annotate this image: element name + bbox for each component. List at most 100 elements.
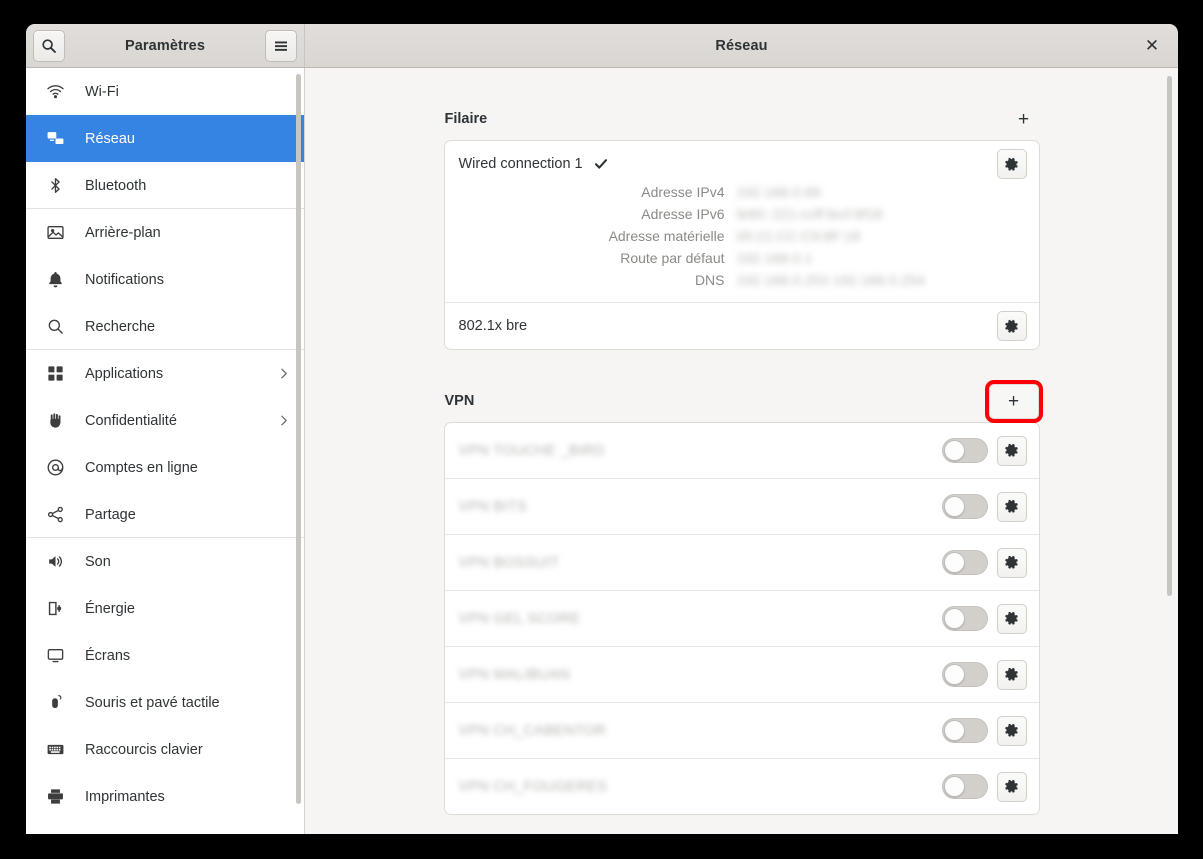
wired-detail-row: Adresse IPv6 fe80::221:ccff:fecf:8f18	[459, 206, 997, 222]
vpn-toggle-switch[interactable]	[941, 718, 988, 743]
sidebar-item-souris-et-pav-tactile[interactable]: Souris et pavé tactile	[26, 679, 304, 726]
hand-privacy-icon	[44, 410, 66, 432]
wired-connection-name: Wired connection 1	[458, 156, 583, 172]
sidebar-item-label: Comptes en ligne	[85, 459, 198, 476]
sidebar-item-arri-re-plan[interactable]: Arrière-plan	[26, 209, 304, 256]
wired-detail-label: Route par défaut	[620, 250, 725, 266]
vpn-toggle-switch[interactable]	[941, 662, 988, 687]
sidebar-item-label: Recherche	[85, 318, 156, 335]
vpn-settings-button[interactable]	[996, 715, 1027, 746]
speaker-icon	[44, 551, 66, 573]
vpn-connection-name: VPN GEL SCORE	[458, 610, 581, 627]
vpn-row-main: VPN BITS	[459, 479, 942, 534]
wired-secondary-settings-button[interactable]	[996, 311, 1027, 341]
share-nodes-icon	[44, 504, 66, 526]
wired-connection-settings-button[interactable]	[996, 149, 1027, 179]
wired-detail-label: Adresse matérielle	[608, 228, 725, 244]
wired-secondary-main: 802.1x bre	[459, 303, 997, 349]
wired-secondary-row[interactable]: 802.1x bre	[444, 302, 1039, 349]
toggle-knob	[943, 720, 965, 741]
sidebar-item-wi-fi[interactable]: Wi-Fi	[26, 68, 304, 115]
sidebar-item-crans[interactable]: Écrans	[26, 632, 304, 679]
vpn-row-actions	[941, 479, 1027, 534]
keyboard-icon	[44, 739, 66, 761]
sidebar-item-label: Écrans	[85, 647, 131, 664]
sidebar-item-applications[interactable]: Applications	[26, 350, 304, 397]
wired-detail-row: Route par défaut 192.168.0.1	[459, 250, 997, 266]
sidebar-item-notifications[interactable]: Notifications	[26, 256, 304, 303]
add-vpn-connection-button[interactable]: +	[984, 379, 1043, 423]
vpn-settings-button[interactable]	[996, 547, 1027, 578]
vpn-section: VPN + VPN TOUCHE _BIRD VPN BITS VPN BOSSUI…	[443, 379, 1043, 815]
search-icon	[44, 316, 66, 338]
gear-icon	[1005, 667, 1018, 681]
vpn-toggle-switch[interactable]	[941, 494, 988, 519]
search-button[interactable]	[33, 29, 65, 62]
vpn-settings-button[interactable]	[996, 491, 1027, 522]
toggle-knob	[943, 776, 965, 797]
vpn-settings-button[interactable]	[996, 659, 1027, 690]
gear-icon	[1005, 443, 1018, 457]
wired-connection-row[interactable]: Wired connection 1 Adresse IPv4 192.168.0…	[445, 141, 1039, 302]
gear-icon	[1005, 723, 1018, 737]
vpn-row[interactable]: VPN BITS	[444, 478, 1039, 534]
wired-detail-label: Adresse IPv6	[641, 206, 725, 222]
sidebar-item-imprimantes[interactable]: Imprimantes	[26, 773, 304, 820]
vpn-row[interactable]: VPN MALIBUAN	[444, 646, 1039, 702]
main-menu-button[interactable]	[265, 29, 297, 62]
bluetooth-icon	[44, 175, 66, 197]
sidebar-scrollbar[interactable]	[296, 74, 301, 804]
wired-detail-value: 192.168.0.1	[736, 250, 813, 266]
at-sign-icon	[44, 457, 66, 479]
wired-connection-title: Wired connection 1	[459, 155, 997, 173]
sidebar-item-partage[interactable]: Partage	[26, 491, 304, 538]
wired-detail-row: Adresse IPv4 192.168.0.89	[459, 184, 997, 200]
printer-icon	[44, 786, 66, 808]
vpn-toggle-switch[interactable]	[941, 438, 988, 463]
wired-detail-row: DNS 192.168.0.253 192.168.0.254	[459, 272, 997, 288]
monitor-icon	[44, 645, 66, 667]
sidebar-item-r-seau[interactable]: Réseau	[26, 115, 304, 162]
vpn-settings-button[interactable]	[996, 435, 1027, 466]
settings-window: Paramètres Réseau ✕ Wi-Fi Réseau Bluetooth…	[26, 24, 1178, 834]
vpn-toggle-switch[interactable]	[941, 550, 988, 575]
vpn-settings-button[interactable]	[996, 771, 1027, 802]
sidebar-item-raccourcis-clavier[interactable]: Raccourcis clavier	[26, 726, 304, 773]
gear-icon	[1005, 499, 1018, 513]
sidebar-item-recherche[interactable]: Recherche	[26, 303, 304, 350]
wired-card: Wired connection 1 Adresse IPv4 192.168.0…	[443, 140, 1040, 350]
close-button[interactable]: ✕	[1140, 34, 1164, 58]
vpn-row-main: VPN MALIBUAN	[459, 647, 942, 702]
vpn-toggle-switch[interactable]	[941, 774, 988, 799]
sidebar-item-bluetooth[interactable]: Bluetooth	[26, 162, 304, 209]
chevron-right-icon	[277, 414, 290, 427]
sidebar-item-son[interactable]: Son	[26, 538, 304, 585]
sidebar-item-confidentialit[interactable]: Confidentialité	[26, 397, 304, 444]
vpn-connection-name: VPN BOSSUIT	[458, 554, 560, 571]
sidebar-item-nergie[interactable]: Énergie	[26, 585, 304, 632]
wired-secondary-name: 802.1x bre	[458, 318, 528, 334]
vpn-row[interactable]: VPN BOSSUIT	[444, 534, 1039, 590]
battery-power-icon	[44, 598, 66, 620]
wired-details-list: Adresse IPv4 192.168.0.89 Adresse IPv6 fe80…	[459, 184, 997, 288]
wired-connection-main: Wired connection 1 Adresse IPv4 192.168.0…	[459, 141, 997, 302]
wired-detail-value: 192.168.0.253 192.168.0.254	[736, 272, 925, 288]
content-scrollbar[interactable]	[1167, 76, 1172, 596]
vpn-row[interactable]: VPN CH_CABENTOR	[444, 702, 1039, 758]
add-wired-connection-button[interactable]: +	[1009, 104, 1039, 134]
wired-secondary-actions	[996, 303, 1027, 341]
vpn-row[interactable]: VPN GEL SCORE	[444, 590, 1039, 646]
wired-section-title: Filaire	[444, 111, 488, 127]
vpn-connection-name: VPN CH_FOUGERES	[458, 778, 608, 795]
gear-icon	[1005, 157, 1018, 171]
sidebar-item-label: Bluetooth	[85, 177, 147, 194]
vpn-row[interactable]: VPN TOUCHE _BIRD	[445, 423, 1039, 478]
vpn-row-actions	[941, 535, 1027, 590]
vpn-toggle-switch[interactable]	[941, 606, 988, 631]
window-body: Wi-Fi Réseau Bluetooth Arrière-plan Notifica…	[26, 68, 1178, 834]
vpn-row[interactable]: VPN CH_FOUGERES	[444, 758, 1039, 814]
sidebar-item-label: Confidentialité	[85, 412, 177, 429]
sidebar-item-comptes-en-ligne[interactable]: Comptes en ligne	[26, 444, 304, 491]
vpn-settings-button[interactable]	[996, 603, 1027, 634]
sidebar-item-label: Wi-Fi	[85, 83, 119, 100]
